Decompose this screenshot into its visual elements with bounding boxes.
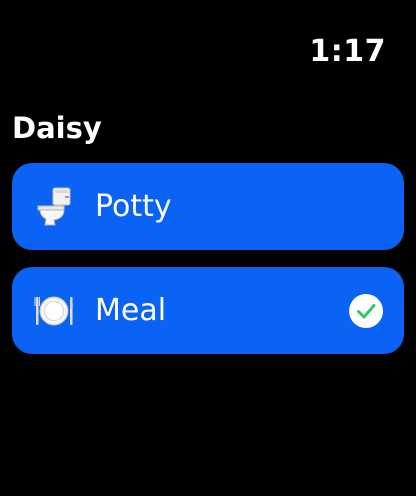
- status-time: 1:17: [309, 34, 386, 69]
- plate-icon: [34, 296, 73, 326]
- page-title: Daisy: [12, 111, 102, 145]
- checkmark-icon: [349, 294, 383, 328]
- action-label-meal: Meal: [95, 293, 167, 328]
- action-label-potty: Potty: [95, 189, 172, 224]
- toilet-icon: [37, 187, 71, 226]
- action-row-meal[interactable]: Meal: [12, 267, 404, 354]
- action-row-potty[interactable]: Potty: [12, 163, 404, 250]
